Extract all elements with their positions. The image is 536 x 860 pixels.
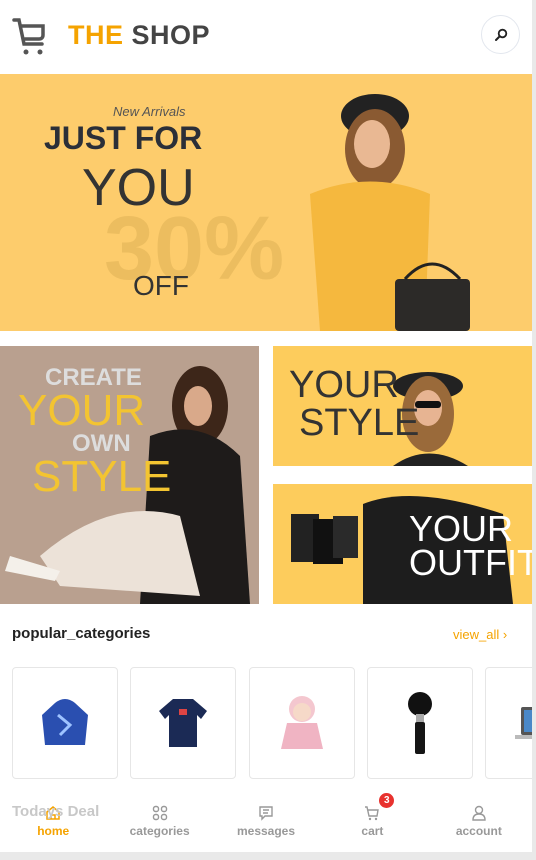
tile2-line1: YOUR: [289, 364, 399, 406]
nav-messages[interactable]: messages: [213, 795, 319, 847]
cart-icon: [365, 805, 380, 820]
header: THE SHOP: [0, 0, 532, 74]
home-icon: [46, 805, 60, 820]
chevron-right-icon: ›: [502, 627, 508, 642]
banner-off: OFF: [133, 270, 189, 301]
nav-categories[interactable]: categories: [106, 795, 212, 847]
category-card[interactable]: [249, 667, 355, 779]
hoodie-image: [42, 699, 88, 745]
view-all-link[interactable]: view_all ›: [453, 627, 507, 642]
search-icon: [494, 28, 507, 41]
tile-your-outfit[interactable]: YOUR OUTFIT: [273, 484, 532, 604]
nav-home-label: home: [37, 823, 70, 838]
user-icon: [472, 805, 486, 821]
cart-badge: 3: [379, 793, 395, 808]
banner-line1: JUST FOR: [44, 120, 203, 156]
laptop-image: [515, 707, 532, 739]
category-card[interactable]: [130, 667, 236, 779]
jersey-image: [159, 699, 207, 747]
category-card[interactable]: [12, 667, 118, 779]
cart-logo-icon: [12, 18, 45, 55]
category-card[interactable]: [485, 667, 532, 779]
search-button[interactable]: [481, 15, 520, 54]
message-icon: [259, 805, 273, 821]
nav-categories-label: categories: [129, 823, 190, 838]
tile3-line2: OUTFIT: [409, 542, 532, 583]
doll-image: [281, 696, 323, 749]
bottom-nav: home categories messages 3 cart account: [0, 793, 532, 847]
page: THE SHOP 30% New Arrivals JUST FOR YOU O…: [0, 0, 532, 852]
brand-title[interactable]: THE SHOP: [68, 20, 210, 51]
nav-account-label: account: [455, 823, 502, 838]
tile-create-your-own-style[interactable]: CREATE YOUR OWN STYLE: [0, 346, 259, 604]
nav-messages-label: messages: [236, 823, 296, 838]
brand-part2: SHOP: [131, 20, 211, 50]
tile-your-style[interactable]: YOUR STYLE: [273, 346, 532, 466]
view-all-label: view_all: [453, 627, 500, 642]
model-image: [310, 94, 470, 331]
banner-line2: YOU: [82, 159, 195, 217]
nav-cart-label: cart: [361, 823, 384, 838]
nav-cart[interactable]: 3 cart: [319, 793, 425, 847]
tile1-line4: STYLE: [32, 452, 172, 501]
brand-part1: THE: [68, 20, 124, 50]
category-card[interactable]: [367, 667, 473, 779]
makeup-brush-image: [408, 692, 432, 754]
promo-banner[interactable]: 30% New Arrivals JUST FOR YOU OFF: [0, 74, 532, 331]
nav-home[interactable]: home: [0, 795, 106, 847]
grid-icon: [152, 805, 167, 820]
scrollbar[interactable]: [532, 0, 536, 860]
tile1-line2: YOUR: [18, 386, 146, 435]
nav-account[interactable]: account: [426, 795, 532, 847]
banner-subtitle: New Arrivals: [113, 104, 186, 119]
popular-categories-title: popular_categories: [12, 625, 151, 642]
tile2-line2: STYLE: [299, 402, 420, 444]
